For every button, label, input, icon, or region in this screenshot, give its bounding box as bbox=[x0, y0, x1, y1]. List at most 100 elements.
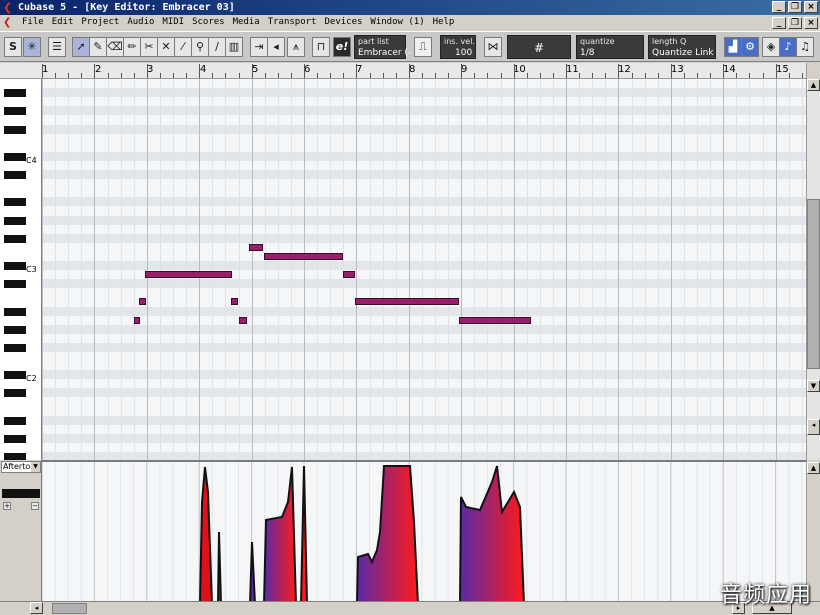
info-line-icon[interactable]: ☰ bbox=[48, 37, 66, 57]
midi-sync-icon[interactable]: ◈ bbox=[762, 37, 780, 57]
menu-devices[interactable]: Devices bbox=[320, 15, 366, 30]
lane-scroll-up-icon[interactable]: ▲ bbox=[807, 462, 820, 474]
add-lane-icon[interactable]: + bbox=[3, 502, 11, 510]
step-input-icon[interactable]: ⩚ bbox=[287, 37, 305, 57]
black-key[interactable] bbox=[4, 216, 26, 225]
black-key[interactable] bbox=[4, 280, 26, 289]
black-key[interactable] bbox=[4, 416, 26, 425]
scroll-down-icon[interactable]: ▼ bbox=[807, 380, 820, 392]
bar-chart-icon[interactable]: ▟ bbox=[724, 37, 742, 57]
horizontal-scrollbar[interactable]: ◂ ▸ ▲ bbox=[0, 601, 820, 615]
settings-icon[interactable]: ⚙ bbox=[741, 37, 759, 57]
zoom-slider-icon[interactable]: ◂ bbox=[807, 419, 820, 435]
menu-scores[interactable]: Scores bbox=[188, 15, 229, 30]
snap-icon[interactable]: ⎍ bbox=[414, 37, 432, 57]
length-quantize-field[interactable]: length Q Quantize Link bbox=[648, 35, 716, 59]
ruler-tick bbox=[120, 73, 122, 78]
black-key[interactable] bbox=[4, 125, 26, 134]
black-key[interactable] bbox=[4, 234, 26, 243]
minimize-button[interactable]: _ bbox=[772, 1, 786, 13]
part-list-field[interactable]: part list Embracer (- bbox=[354, 35, 411, 59]
menu-transport[interactable]: Transport bbox=[264, 15, 321, 30]
midi-note[interactable] bbox=[263, 252, 344, 260]
pencil-tool-icon[interactable]: ✏ bbox=[123, 37, 141, 57]
line-draw-tool-icon[interactable]: ∕ bbox=[208, 37, 226, 57]
split-tool-icon[interactable]: ✂ bbox=[140, 37, 158, 57]
beat-line bbox=[736, 79, 738, 460]
beat-line bbox=[592, 79, 594, 460]
black-key[interactable] bbox=[4, 389, 26, 398]
black-key[interactable] bbox=[4, 89, 26, 98]
scroll-left-icon[interactable]: ◂ bbox=[30, 602, 43, 614]
note-grid[interactable] bbox=[42, 79, 806, 460]
midi-note[interactable] bbox=[343, 271, 355, 279]
midi-note[interactable] bbox=[458, 316, 531, 324]
black-key[interactable] bbox=[4, 152, 26, 161]
menu-file[interactable]: File bbox=[18, 15, 48, 30]
scroll-thumb[interactable] bbox=[807, 199, 820, 369]
menu-window[interactable]: Window (1) bbox=[366, 15, 428, 30]
quantize-field[interactable]: quantize 1/8 bbox=[576, 35, 644, 59]
black-key[interactable] bbox=[4, 325, 26, 334]
black-key[interactable] bbox=[4, 107, 26, 116]
menu-help[interactable]: Help bbox=[429, 15, 459, 30]
controller-type-select[interactable]: Afterto ▼ bbox=[1, 461, 41, 473]
insert-velocity-field[interactable]: ins. vel. 100 bbox=[440, 35, 476, 59]
autoscroll-icon[interactable]: ⇥ bbox=[250, 37, 268, 57]
edit-in-place-button[interactable]: e! bbox=[333, 37, 351, 57]
play-preview-icon[interactable]: ◂ bbox=[267, 37, 285, 57]
black-key[interactable] bbox=[4, 434, 26, 443]
scroll-up-icon[interactable]: ▲ bbox=[807, 79, 820, 91]
menu-midi[interactable]: MIDI bbox=[158, 15, 188, 30]
line-tool-icon[interactable]: ⁄ bbox=[174, 37, 192, 57]
horizontal-scroll-thumb[interactable] bbox=[52, 603, 87, 614]
piano-keyboard[interactable]: C4 C3 C2 bbox=[0, 79, 42, 460]
menu-audio[interactable]: Audio bbox=[123, 15, 158, 30]
menu-project[interactable]: Project bbox=[77, 15, 123, 30]
erase-tool-icon[interactable]: ⌫ bbox=[106, 37, 124, 57]
chevron-down-icon[interactable]: ▼ bbox=[31, 462, 40, 472]
music-note-icon[interactable]: ♪ bbox=[779, 37, 797, 57]
grid-vertical-scrollbar[interactable]: ▲ ▼ ◂ bbox=[806, 79, 820, 460]
mute-tool-icon[interactable]: ✕ bbox=[157, 37, 175, 57]
ruler[interactable]: 1 2 3 4 5 6 7 8 9 10 11 12 13 14 15 bbox=[0, 63, 806, 79]
close-button[interactable]: × bbox=[804, 1, 818, 13]
time-warp-tool-icon[interactable]: ▥ bbox=[225, 37, 243, 57]
black-key[interactable] bbox=[4, 171, 26, 179]
ruler-tick bbox=[592, 73, 594, 78]
doc-restore-button[interactable]: ❐ bbox=[788, 17, 802, 29]
midi-note[interactable] bbox=[238, 316, 248, 324]
controller-lane[interactable] bbox=[42, 460, 806, 602]
midi-note[interactable] bbox=[145, 271, 232, 279]
draw-tool-icon[interactable]: ✎ bbox=[89, 37, 107, 57]
ruler-tick bbox=[199, 64, 201, 78]
midi-note[interactable] bbox=[230, 298, 239, 306]
insert-mode-icon[interactable]: ⊓ bbox=[312, 37, 330, 57]
black-key[interactable] bbox=[4, 262, 26, 270]
music-note-alt-icon[interactable]: ♫ bbox=[796, 37, 814, 57]
midi-note[interactable] bbox=[355, 298, 460, 306]
restore-button[interactable]: ❐ bbox=[788, 1, 802, 13]
black-key[interactable] bbox=[4, 198, 26, 207]
bar-line bbox=[94, 79, 96, 460]
zoom-tool-icon[interactable]: ⚲ bbox=[191, 37, 209, 57]
object-select-tool-icon[interactable]: ➚ bbox=[72, 37, 90, 57]
midi-note[interactable] bbox=[133, 316, 141, 324]
black-key[interactable] bbox=[4, 307, 26, 316]
doc-close-button[interactable]: × bbox=[804, 17, 818, 29]
beat-line bbox=[605, 79, 607, 460]
solo-button[interactable]: S bbox=[4, 37, 22, 57]
midi-note[interactable] bbox=[138, 298, 146, 306]
remove-lane-icon[interactable]: − bbox=[31, 502, 39, 510]
midi-note[interactable] bbox=[248, 243, 264, 251]
menu-edit[interactable]: Edit bbox=[48, 15, 78, 30]
black-key[interactable] bbox=[4, 371, 26, 380]
doc-minimize-button[interactable]: _ bbox=[772, 17, 786, 29]
colors-menu-icon[interactable]: ⋈ bbox=[484, 37, 502, 57]
black-key[interactable] bbox=[4, 343, 26, 352]
title-bar: ❮ Cubase 5 - [Key Editor: Embracer 03] _… bbox=[0, 0, 820, 15]
acoustic-feedback-icon[interactable]: ✳ bbox=[23, 37, 41, 57]
black-key[interactable] bbox=[4, 453, 26, 460]
menu-media[interactable]: Media bbox=[229, 15, 264, 30]
document-icon[interactable]: ❮ bbox=[3, 17, 15, 28]
